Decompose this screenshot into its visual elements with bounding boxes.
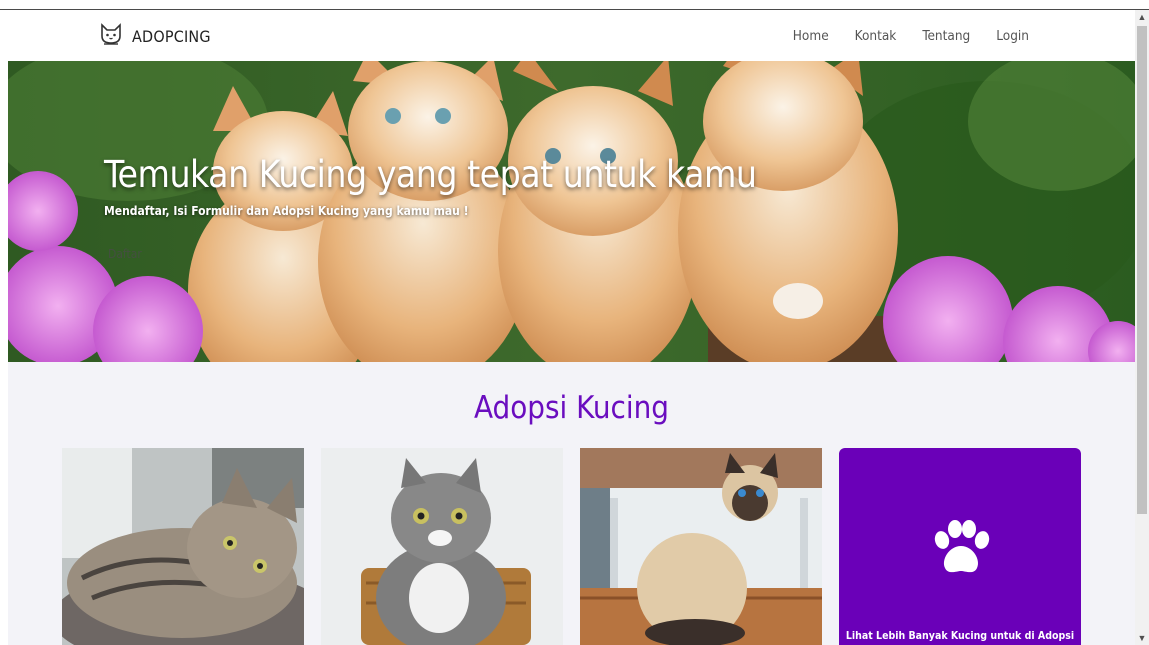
adopt-section: Adopsi Kucing Lihat Lebih Banyak Kucing … (8, 362, 1135, 645)
brand-name: ADOPCING (132, 26, 211, 46)
more-cats-label: Lihat Lebih Banyak Kucing untuk di Adops… (845, 630, 1075, 642)
tabby-cat-photo (62, 448, 304, 645)
nav-link-login[interactable]: Login (996, 28, 1029, 44)
hero-title: Temukan Kucing yang tepat untuk kamu (104, 153, 757, 196)
cat-card-tabby[interactable] (62, 448, 304, 645)
navbar: ADOPCING Home Kontak Tentang Login (8, 11, 1135, 61)
cat-logo-icon (98, 22, 124, 51)
nav-links: Home Kontak Tentang Login (793, 11, 1029, 61)
gray-cat-photo (321, 448, 563, 645)
siamese-cat-photo (580, 448, 822, 645)
window-top-edge (0, 0, 1149, 10)
nav-link-home[interactable]: Home (793, 28, 829, 44)
brand[interactable]: ADOPCING (98, 11, 211, 61)
scroll-up-arrow-icon[interactable]: ▲ (1135, 10, 1149, 24)
nav-link-kontak[interactable]: Kontak (855, 28, 897, 44)
cat-card-siamese[interactable] (580, 448, 822, 645)
more-cats-card[interactable]: Lihat Lebih Banyak Kucing untuk di Adops… (839, 448, 1081, 645)
vertical-scrollbar[interactable]: ▲ ▼ (1135, 10, 1149, 645)
nav-link-tentang[interactable]: Tentang (922, 28, 970, 44)
scrollbar-thumb[interactable] (1137, 26, 1147, 514)
cat-card-gray[interactable] (321, 448, 563, 645)
hero-banner: Temukan Kucing yang tepat untuk kamu Men… (8, 61, 1135, 362)
paw-icon (929, 520, 993, 585)
scroll-down-arrow-icon[interactable]: ▼ (1135, 631, 1149, 645)
hero-subtitle: Mendaftar, Isi Formulir dan Adopsi Kucin… (104, 204, 469, 218)
section-title: Adopsi Kucing (473, 390, 670, 426)
daftar-button[interactable]: Daftar (108, 247, 142, 261)
